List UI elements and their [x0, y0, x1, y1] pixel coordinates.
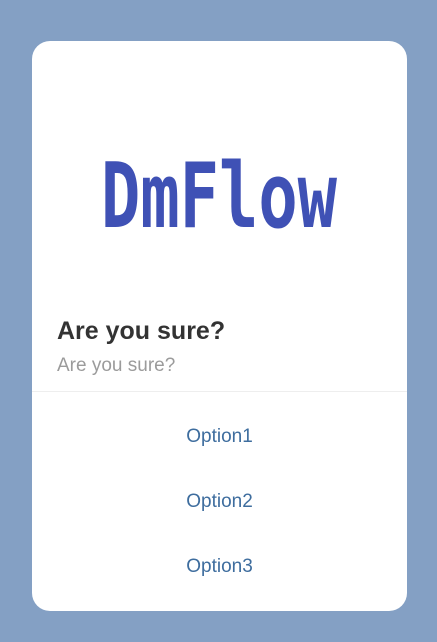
option-2-button[interactable]: Option2: [32, 482, 407, 522]
divider: [32, 391, 407, 392]
dialog-title: Are you sure?: [57, 317, 226, 345]
confirm-dialog: DmFlow Are you sure? Are you sure? Optio…: [32, 41, 407, 611]
option-3-button[interactable]: Option3: [32, 547, 407, 587]
logo-svg: DmFlow: [101, 144, 338, 237]
logo-text: DmFlow: [101, 144, 338, 237]
dialog-subtitle: Are you sure?: [57, 355, 176, 376]
dmflow-logo: DmFlow: [32, 119, 407, 237]
option-1-button[interactable]: Option1: [32, 417, 407, 457]
